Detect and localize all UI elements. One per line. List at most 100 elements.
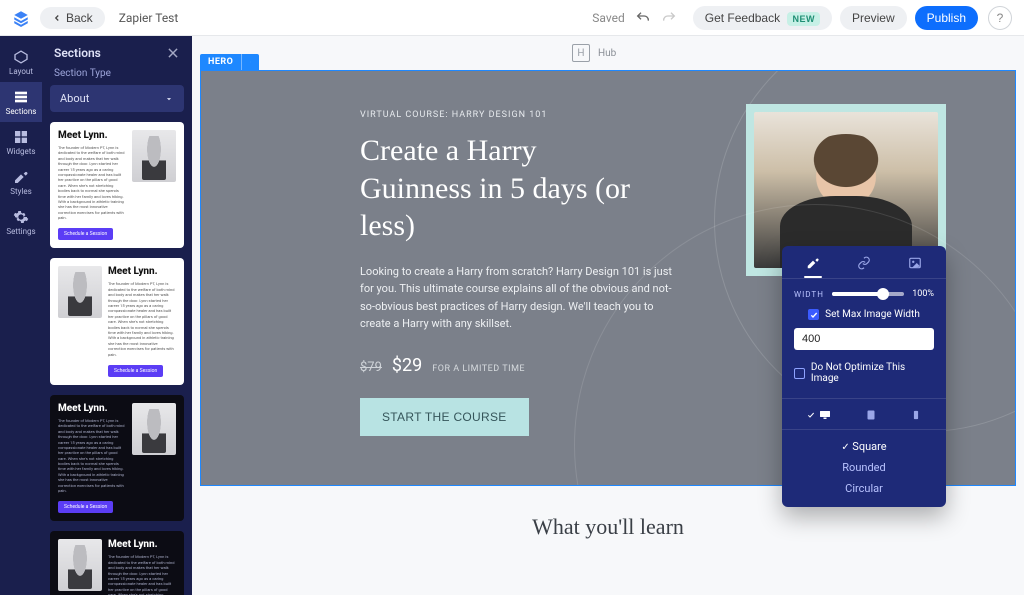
close-icon <box>166 46 180 60</box>
section-label-text: HERO <box>200 57 241 67</box>
section-type-select[interactable]: About <box>50 85 184 112</box>
template-image-placeholder <box>58 539 102 591</box>
site-logo-icon: H <box>572 44 590 62</box>
template-list[interactable]: Meet Lynn. The founder of Modern PT, Lyn… <box>42 122 192 595</box>
site-brand: Hub <box>598 48 616 59</box>
template-card[interactable]: Meet Lynn. The founder of Modern PT, Lyn… <box>50 258 184 384</box>
rail-item-styles[interactable]: Styles <box>0 162 42 202</box>
tab-link[interactable] <box>853 254 875 272</box>
price-new: $29 <box>392 355 422 376</box>
template-card[interactable]: Meet Lynn. The founder of Modern PT, Lyn… <box>50 531 184 595</box>
rail-item-settings[interactable]: Settings <box>0 202 42 242</box>
image-icon <box>908 256 922 270</box>
layout-icon <box>13 49 29 65</box>
width-percent: 100% <box>912 289 934 299</box>
no-optimize-checkbox[interactable] <box>794 368 805 379</box>
document-title: Zapier Test <box>119 11 179 25</box>
section-context-button[interactable] <box>241 54 259 70</box>
close-panel-button[interactable] <box>166 46 180 60</box>
set-max-width-row[interactable]: Set Max Image Width <box>782 299 946 326</box>
device-mobile[interactable] <box>911 409 921 421</box>
save-status: Saved <box>592 11 624 25</box>
hero-body[interactable]: Looking to create a Harry from scratch? … <box>360 263 680 333</box>
rail-label: Sections <box>6 107 37 116</box>
shape-option-circular[interactable]: Circular <box>782 478 946 499</box>
redo-button[interactable] <box>661 7 683 29</box>
site-header: H Hub <box>192 36 1024 70</box>
price-old: $79 <box>360 360 382 375</box>
canvas[interactable]: H Hub HERO VIRTUAL COURSE: HARRY DESIGN … <box>192 36 1024 595</box>
check-icon <box>810 311 818 319</box>
hero-title[interactable]: Create a Harry Guinness in 5 days (or le… <box>360 132 640 245</box>
rail-item-layout[interactable]: Layout <box>0 42 42 82</box>
template-card[interactable]: Meet Lynn. The founder of Modern PT, Lyn… <box>50 395 184 521</box>
topbar: Back Zapier Test Saved Get Feedback NEW … <box>0 0 1024 36</box>
tab-image[interactable] <box>904 254 926 272</box>
publish-button[interactable]: Publish <box>915 6 978 30</box>
undo-button[interactable] <box>635 7 657 29</box>
template-image-placeholder <box>132 130 176 182</box>
template-heading: Meet Lynn. <box>58 130 126 141</box>
price-note: FOR A LIMITED TIME <box>432 364 525 374</box>
no-optimize-row[interactable]: Do Not Optimize This Image <box>782 352 946 390</box>
redo-icon <box>661 10 677 26</box>
width-slider[interactable] <box>832 292 904 296</box>
template-card[interactable]: Meet Lynn. The founder of Modern PT, Lyn… <box>50 122 184 248</box>
help-button[interactable]: ? <box>988 6 1012 30</box>
template-image-placeholder <box>58 266 102 318</box>
template-body: The founder of Modern PT, Lynn is dedica… <box>108 281 176 356</box>
new-badge: NEW <box>787 12 820 26</box>
rail-label: Settings <box>6 227 35 236</box>
shape-option-rounded[interactable]: Rounded <box>782 457 946 478</box>
rail-label: Styles <box>10 187 31 196</box>
chevron-down-icon <box>164 94 174 104</box>
rail-item-sections[interactable]: Sections <box>0 82 42 122</box>
template-heading: Meet Lynn. <box>108 266 176 277</box>
get-feedback-button[interactable]: Get Feedback NEW <box>693 6 832 30</box>
set-max-width-label: Set Max Image Width <box>825 309 920 320</box>
desktop-icon <box>818 409 832 421</box>
image-shape-options: Square Rounded Circular <box>782 430 946 507</box>
section-label-tag: HERO <box>200 54 259 70</box>
template-body: The founder of Modern PT, Lynn is dedica… <box>58 418 126 493</box>
sections-icon <box>13 89 29 105</box>
device-desktop[interactable] <box>807 409 832 421</box>
hero-image-content <box>754 112 938 268</box>
section-type-label: Section Type <box>42 68 192 85</box>
rail-item-widgets[interactable]: Widgets <box>0 122 42 162</box>
tab-edit[interactable] <box>802 254 824 272</box>
template-cta: Schedule a Session <box>58 501 113 513</box>
back-label: Back <box>66 11 93 25</box>
more-icon <box>250 57 251 67</box>
width-label: WIDTH <box>794 290 824 299</box>
rail-label: Widgets <box>6 147 35 156</box>
sections-panel: Sections Section Type About Meet Lynn. T… <box>42 36 192 595</box>
chevron-left-icon <box>52 13 62 23</box>
shape-option-square[interactable]: Square <box>782 436 946 457</box>
device-tablet[interactable] <box>865 409 877 421</box>
undo-icon <box>635 10 651 26</box>
template-heading: Meet Lynn. <box>108 539 176 550</box>
settings-icon <box>13 209 29 225</box>
widgets-icon <box>13 129 29 145</box>
template-body: The founder of Modern PT, Lynn is dedica… <box>58 145 126 220</box>
template-image-placeholder <box>132 403 176 455</box>
width-slider-row: WIDTH 100% <box>782 279 946 299</box>
max-width-input[interactable] <box>794 328 934 350</box>
mobile-icon <box>911 409 921 421</box>
no-optimize-label: Do Not Optimize This Image <box>811 362 934 384</box>
rail-label: Layout <box>9 67 33 76</box>
template-cta: Schedule a Session <box>58 228 113 240</box>
image-settings-popover: WIDTH 100% Set Max Image Width Do Not Op… <box>782 246 946 507</box>
device-variants <box>782 398 946 430</box>
set-max-width-checkbox[interactable] <box>808 309 819 320</box>
panel-title: Sections <box>54 46 101 60</box>
hero-cta-button[interactable]: START THE COURSE <box>360 398 529 436</box>
link-icon <box>857 256 871 270</box>
section-type-value: About <box>60 92 89 105</box>
app-logo-icon <box>12 9 30 27</box>
preview-button[interactable]: Preview <box>840 6 907 30</box>
styles-icon <box>13 169 29 185</box>
template-heading: Meet Lynn. <box>58 403 126 414</box>
back-button[interactable]: Back <box>40 7 105 29</box>
